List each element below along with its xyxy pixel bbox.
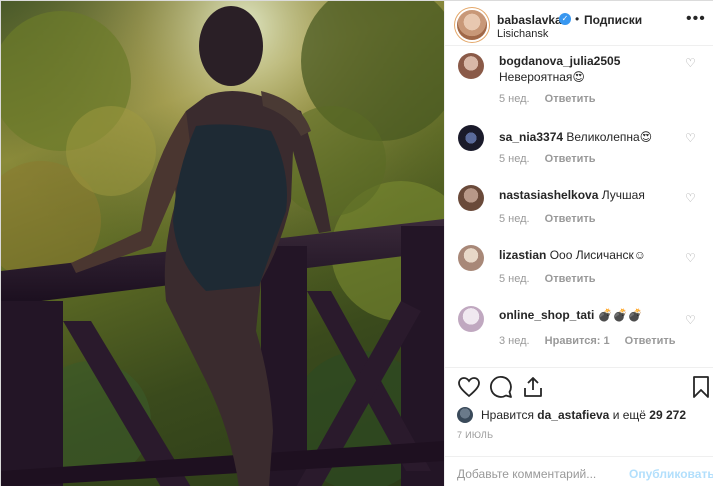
comment-item: bogdanova_julia2505 Невероятная😍 5 нед. … xyxy=(445,47,713,107)
reply-button[interactable]: Ответить xyxy=(545,213,596,225)
comment-username[interactable]: online_shop_tati xyxy=(499,308,594,322)
comment-item: sa_nia3374 Великолепна😍 5 нед. Ответить … xyxy=(445,121,713,181)
publish-button[interactable]: Опубликовать xyxy=(629,467,713,481)
comment-item: lizastian Ооо Лисичанск☺ 5 нед. Ответить… xyxy=(445,241,713,301)
more-options-icon[interactable]: ••• xyxy=(686,11,706,27)
small-heart-icon[interactable]: ♡ xyxy=(685,313,696,327)
share-icon[interactable] xyxy=(521,375,545,399)
bookmark-icon[interactable] xyxy=(689,375,713,399)
comment-list[interactable]: bogdanova_julia2505 Невероятная😍 5 нед. … xyxy=(445,47,713,367)
post-photo[interactable] xyxy=(1,1,444,486)
photo-illustration xyxy=(1,1,444,486)
small-heart-icon[interactable]: ♡ xyxy=(685,251,696,265)
verified-badge-icon: ✓ xyxy=(559,13,571,25)
small-heart-icon[interactable]: ♡ xyxy=(685,191,696,205)
author-username[interactable]: babaslavka xyxy=(497,13,562,27)
comment-username[interactable]: lizastian xyxy=(499,248,546,262)
comment-username[interactable]: bogdanova_julia2505 xyxy=(499,54,620,68)
liker-avatar[interactable] xyxy=(457,407,473,423)
liker-username[interactable]: da_astafieva xyxy=(537,408,609,422)
small-heart-icon[interactable]: ♡ xyxy=(685,131,696,145)
add-comment-input[interactable] xyxy=(457,465,622,483)
reply-button[interactable]: Ответить xyxy=(545,273,596,285)
likes-prefix: Нравится xyxy=(481,408,534,422)
comment-icon[interactable] xyxy=(489,375,513,399)
comment-age: 5 нед. xyxy=(499,273,530,285)
comment-username[interactable]: sa_nia3374 xyxy=(499,130,563,144)
post-side-panel: babaslavka ✓ • Подписки Lisichansk ••• b… xyxy=(444,1,713,486)
comment-age: 5 нед. xyxy=(499,213,530,225)
comment-age: 5 нед. xyxy=(499,153,530,165)
comment-text: Лучшая xyxy=(601,188,645,202)
post-actions: Нравится da_astafieva и ещё 29 272 7 ИЮЛ… xyxy=(445,367,713,486)
comment-age: 5 нед. xyxy=(499,93,530,105)
comment-item: online_shop_tati 💣💣💣 3 нед. Нравится: 1 … xyxy=(445,301,713,361)
instagram-post: babaslavka ✓ • Подписки Lisichansk ••• b… xyxy=(0,0,713,486)
comment-text: Великолепна😍 xyxy=(566,130,653,144)
likes-suffix: и ещё xyxy=(612,408,646,422)
post-date[interactable]: 7 ИЮЛЬ xyxy=(457,430,493,440)
following-button[interactable]: Подписки xyxy=(584,13,642,27)
comment-avatar[interactable] xyxy=(458,53,484,79)
comment-text: Невероятная😍 xyxy=(499,70,585,84)
small-heart-icon[interactable]: ♡ xyxy=(685,56,696,70)
reply-button[interactable]: Ответить xyxy=(625,335,676,347)
comment-avatar[interactable] xyxy=(458,185,484,211)
reply-button[interactable]: Ответить xyxy=(545,153,596,165)
post-location[interactable]: Lisichansk xyxy=(497,28,548,40)
author-avatar[interactable] xyxy=(457,10,487,40)
header-separator: • xyxy=(575,12,580,26)
post-header: babaslavka ✓ • Подписки Lisichansk ••• xyxy=(445,1,713,46)
reply-button[interactable]: Ответить xyxy=(545,93,596,105)
comment-item: nastasiashelkova Лучшая 5 нед. Ответить … xyxy=(445,181,713,241)
comment-age: 3 нед. xyxy=(499,335,530,347)
add-comment-bar: Опубликовать xyxy=(445,456,713,486)
comment-avatar[interactable] xyxy=(458,125,484,151)
comment-text: Ооо Лисичанск☺ xyxy=(549,248,647,262)
comment-avatar[interactable] xyxy=(458,306,484,332)
likes-count[interactable]: 29 272 xyxy=(649,408,686,422)
comment-likes-count[interactable]: Нравится: 1 xyxy=(545,335,610,347)
heart-icon[interactable] xyxy=(457,375,481,399)
comment-username[interactable]: nastasiashelkova xyxy=(499,188,598,202)
comment-avatar[interactable] xyxy=(458,245,484,271)
comment-text: 💣💣💣 xyxy=(597,308,643,322)
